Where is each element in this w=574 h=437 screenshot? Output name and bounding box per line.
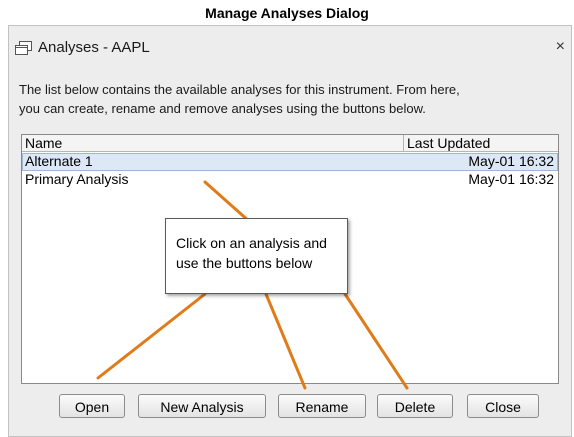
open-button[interactable]: Open (59, 394, 125, 418)
column-header-name[interactable]: Name (22, 135, 404, 152)
description-line: you can create, rename and remove analys… (19, 101, 426, 116)
close-icon[interactable]: × (556, 38, 565, 56)
close-button[interactable]: Close (467, 394, 539, 418)
callout-line: use the buttons below (176, 255, 313, 271)
rename-button[interactable]: Rename (278, 394, 366, 418)
row-name-cell: Alternate 1 (25, 153, 93, 169)
delete-button[interactable]: Delete (377, 394, 453, 418)
page-heading: Manage Analyses Dialog (205, 5, 369, 21)
dialog-titlebar: Analyses - AAPL × (9, 26, 571, 64)
table-header: Name Last Updated (22, 135, 558, 152)
dialog-description: The list below contains the available an… (19, 80, 559, 118)
new-analysis-button[interactable]: New Analysis (138, 394, 266, 418)
column-header-last-updated[interactable]: Last Updated (404, 135, 558, 152)
callout-line: Click on an analysis and (176, 235, 327, 251)
button-bar: Open New Analysis Rename Delete Close (9, 394, 571, 424)
table-row[interactable]: Alternate 1 May-01 16:32 (22, 153, 558, 171)
dialog-title: Analyses - AAPL (38, 39, 150, 56)
description-line: The list below contains the available an… (19, 82, 460, 97)
table-row[interactable]: Primary Analysis May-01 16:32 (22, 171, 558, 189)
instruction-callout: Click on an analysis and use the buttons… (165, 218, 348, 294)
row-updated-cell: May-01 16:32 (468, 171, 554, 187)
window-icon (15, 41, 32, 55)
row-name-cell: Primary Analysis (25, 171, 129, 187)
row-updated-cell: May-01 16:32 (468, 153, 554, 169)
